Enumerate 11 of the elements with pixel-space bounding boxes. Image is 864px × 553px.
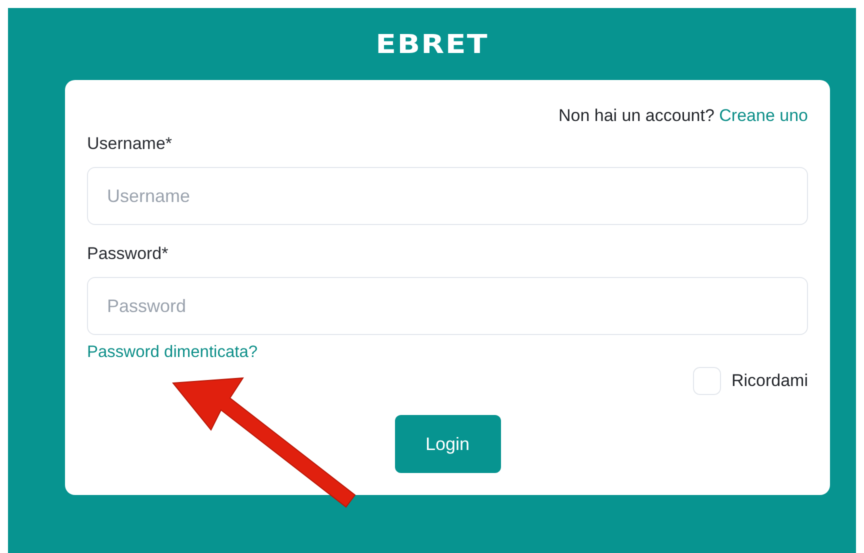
checkbox-label: Ricordami (731, 371, 808, 391)
logo: EBRET (376, 29, 488, 60)
input-field[interactable]: Password (87, 277, 808, 335)
signup-link[interactable]: Creane uno (719, 106, 808, 125)
input-field[interactable]: Username (87, 167, 808, 225)
field-label: Username* (87, 133, 174, 155)
checkbox[interactable] (693, 367, 722, 395)
field-label: Password* (87, 243, 170, 265)
forgot-password-link[interactable]: Password dimenticata? (87, 341, 258, 363)
login-button[interactable]: Login (394, 415, 500, 473)
signup-prompt: Non hai un account? (558, 106, 714, 125)
